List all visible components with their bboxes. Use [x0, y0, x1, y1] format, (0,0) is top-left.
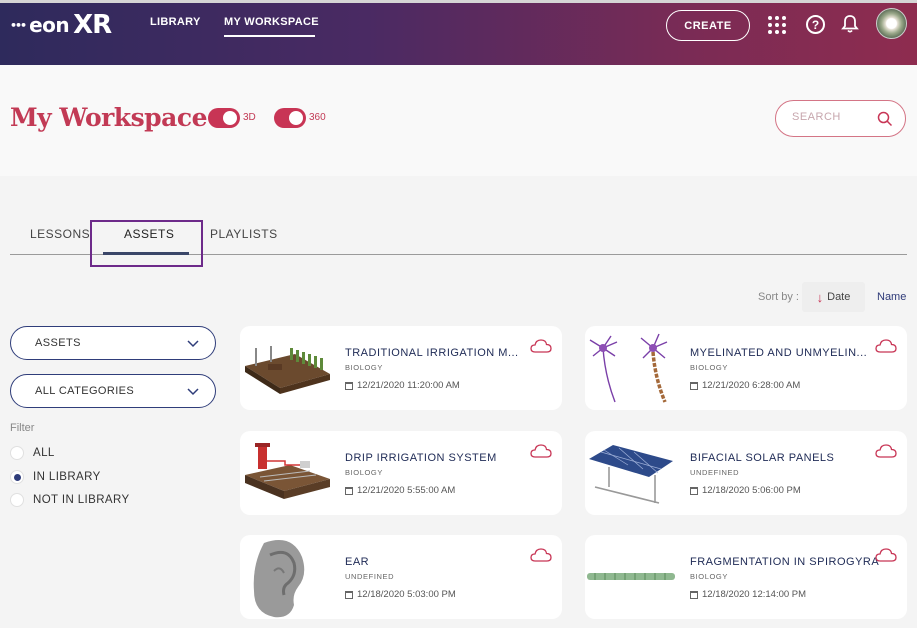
asset-title: FRAGMENTATION IN SPIROGYRA [690, 556, 880, 568]
toggle-3d[interactable] [208, 108, 240, 128]
chevron-down-icon [187, 388, 199, 396]
filter-option-in-library[interactable]: IN LIBRARY [10, 470, 101, 484]
sort-by-name-button[interactable]: Name [877, 291, 906, 303]
asset-date: 12/18/2020 5:06:00 PM [690, 485, 801, 496]
calendar-icon [690, 381, 698, 390]
logo-mark-icon: ••• [10, 18, 27, 32]
cloud-icon[interactable] [875, 547, 897, 563]
calendar-icon [690, 486, 698, 495]
page-title: My Workspace [10, 103, 208, 132]
search-input[interactable] [792, 111, 872, 123]
asset-title: DRIP IRRIGATION SYSTEM [345, 452, 497, 464]
nav-my-workspace-link[interactable]: MY WORKSPACE [224, 16, 319, 28]
cloud-icon[interactable] [530, 443, 552, 459]
asset-category: BIOLOGY [690, 572, 728, 581]
create-button[interactable]: CREATE [666, 10, 750, 41]
asset-date: 12/21/2020 11:20:00 AM [345, 380, 460, 391]
cloud-icon[interactable] [875, 338, 897, 354]
asset-type-dropdown[interactable]: ASSETS [10, 326, 216, 360]
search-box [775, 100, 906, 137]
help-icon[interactable]: ? [806, 15, 825, 34]
calendar-icon [690, 590, 698, 599]
filter-option-label: IN LIBRARY [33, 471, 101, 483]
tab-playlists[interactable]: PLAYLISTS [210, 227, 278, 241]
asset-category: UNDEFINED [345, 572, 395, 581]
asset-date: 12/21/2020 5:55:00 AM [345, 485, 455, 496]
filter-option-label: NOT IN LIBRARY [33, 494, 130, 506]
arrow-down-icon: ↓ [816, 289, 824, 305]
asset-date-text: 12/18/2020 5:06:00 PM [702, 485, 801, 496]
sort-date-label: Date [827, 291, 851, 303]
sort-by-label: Sort by : [758, 291, 799, 303]
asset-thumbnail [253, 540, 305, 618]
asset-title: TRADITIONAL IRRIGATION M... [345, 347, 519, 359]
asset-date: 12/18/2020 12:14:00 PM [690, 589, 806, 600]
tab-assets-highlight-box [90, 220, 203, 267]
search-icon[interactable] [877, 111, 893, 127]
radio-button[interactable] [10, 446, 24, 460]
asset-category: UNDEFINED [690, 468, 740, 477]
asset-thumbnail [245, 346, 330, 394]
toggle-3d-label: 3D [243, 112, 256, 123]
asset-date-text: 12/18/2020 12:14:00 PM [702, 589, 807, 600]
workspace-content: LESSONS ASSETS PLAYLISTS Sort by : ↓ Dat… [0, 176, 917, 628]
apps-grid-icon[interactable] [768, 16, 786, 34]
asset-thumbnail [587, 573, 675, 580]
cloud-icon[interactable] [530, 547, 552, 563]
filter-label: Filter [10, 422, 35, 434]
calendar-icon [345, 590, 353, 599]
asset-date-text: 12/21/2020 11:20:00 AM [357, 380, 460, 391]
radio-button[interactable] [10, 493, 24, 507]
category-dropdown[interactable]: ALL CATEGORIES [10, 374, 216, 408]
asset-card[interactable]: EAR UNDEFINED 12/18/2020 5:03:00 PM [240, 535, 562, 619]
calendar-icon [345, 381, 353, 390]
filter-option-all[interactable]: ALL [10, 446, 55, 460]
asset-title: BIFACIAL SOLAR PANELS [690, 452, 835, 464]
asset-date-text: 12/21/2020 6:28:00 AM [702, 380, 801, 391]
asset-title: EAR [345, 556, 370, 568]
tab-lessons[interactable]: LESSONS [30, 227, 90, 241]
toggle-360-label: 360 [309, 112, 326, 123]
asset-date: 12/18/2020 5:03:00 PM [345, 589, 456, 600]
asset-type-value: ASSETS [35, 337, 81, 349]
logo-xr-text: XR [73, 10, 112, 40]
asset-date-text: 12/21/2020 5:55:00 AM [357, 485, 456, 496]
logo-eon-text: eon [29, 13, 70, 37]
asset-category: BIOLOGY [690, 363, 728, 372]
asset-card[interactable]: TRADITIONAL IRRIGATION M... BIOLOGY 12/2… [240, 326, 562, 410]
filter-option-not-in-library[interactable]: NOT IN LIBRARY [10, 493, 130, 507]
asset-card[interactable]: MYELINATED AND UNMYELIN... BIOLOGY 12/21… [585, 326, 907, 410]
asset-date: 12/21/2020 6:28:00 AM [690, 380, 800, 391]
page-header: My Workspace 3D 360 [0, 65, 917, 176]
top-navigation-bar: ••• eon XR LIBRARY MY WORKSPACE CREATE ? [0, 0, 917, 65]
asset-card[interactable]: DRIP IRRIGATION SYSTEM BIOLOGY 12/21/202… [240, 431, 562, 515]
chevron-down-icon [187, 340, 199, 348]
asset-thumbnail [589, 445, 673, 504]
asset-category: BIOLOGY [345, 363, 383, 372]
sort-by-date-button[interactable]: ↓ Date [802, 282, 865, 312]
notification-bell-icon[interactable] [841, 14, 859, 34]
nav-library-link[interactable]: LIBRARY [150, 16, 201, 28]
asset-category: BIOLOGY [345, 468, 383, 477]
asset-date-text: 12/18/2020 5:03:00 PM [357, 589, 456, 600]
filter-option-label: ALL [33, 447, 55, 459]
asset-card[interactable]: BIFACIAL SOLAR PANELS UNDEFINED 12/18/20… [585, 431, 907, 515]
eonxr-logo[interactable]: ••• eon XR [10, 10, 112, 40]
calendar-icon [345, 486, 353, 495]
radio-button-selected[interactable] [10, 470, 24, 484]
category-value: ALL CATEGORIES [35, 385, 135, 397]
cloud-icon[interactable] [530, 338, 552, 354]
asset-card[interactable]: FRAGMENTATION IN SPIROGYRA BIOLOGY 12/18… [585, 535, 907, 619]
asset-thumbnail [589, 333, 668, 403]
toggle-360[interactable] [274, 108, 306, 128]
nav-active-underline [224, 35, 315, 37]
asset-thumbnail [245, 443, 330, 499]
cloud-icon[interactable] [875, 443, 897, 459]
user-avatar[interactable] [876, 8, 907, 39]
asset-title: MYELINATED AND UNMYELIN... [690, 347, 868, 359]
